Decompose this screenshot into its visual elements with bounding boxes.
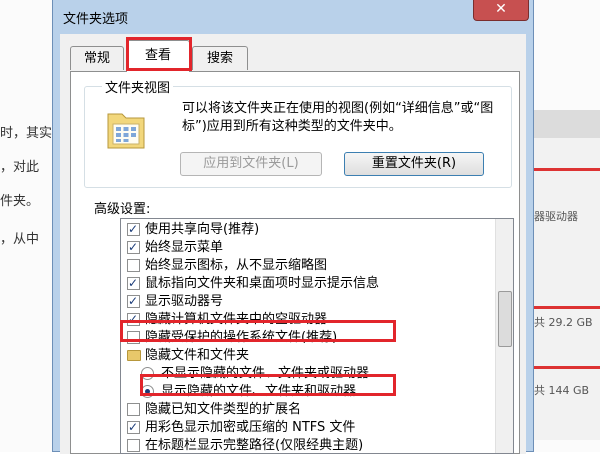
background-bar bbox=[532, 366, 600, 369]
apply-to-folders-button[interactable]: 应用到文件夹(L) bbox=[180, 152, 322, 176]
setting-label: 始终显示菜单 bbox=[145, 240, 224, 255]
tab-general[interactable]: 常规 bbox=[70, 46, 124, 70]
setting-label: 在标题栏显示完整路径(仅限经典主题) bbox=[145, 438, 364, 453]
checkbox[interactable] bbox=[127, 221, 140, 238]
scrollbar[interactable] bbox=[495, 219, 513, 453]
background-text-line: ，对此 bbox=[0, 160, 40, 175]
checkbox[interactable] bbox=[127, 259, 140, 272]
checkbox[interactable] bbox=[127, 439, 140, 452]
setting-label: 始终显示图标，从不显示缩略图 bbox=[145, 258, 328, 273]
background-label: 共 29.2 GB bbox=[534, 316, 593, 329]
checkbox[interactable] bbox=[127, 275, 140, 292]
tab-highlight-annotation bbox=[126, 37, 192, 71]
setting-label: 用彩色显示加密或压缩的 NTFS 文件 bbox=[145, 420, 356, 435]
scroll-thumb[interactable] bbox=[498, 291, 512, 347]
tab-search[interactable]: 搜索 bbox=[192, 46, 248, 70]
folder-icon bbox=[127, 350, 141, 361]
protected-files-highlight-annotation bbox=[120, 320, 396, 342]
setting-label: 使用共享向导(推荐) bbox=[145, 222, 260, 237]
background-bar bbox=[532, 306, 600, 309]
dialog-title: 文件夹选项 bbox=[63, 12, 129, 27]
title-bar[interactable]: 文件夹选项 ✕ bbox=[53, 0, 533, 34]
folder-view-description: 可以将该文件夹正在使用的视图(例如“详细信息”或“图标”)应用到所有这种类型的文… bbox=[182, 101, 494, 134]
checkbox[interactable] bbox=[127, 293, 140, 310]
setting-label: 鼠标指向文件夹和桌面项时显示提示信息 bbox=[145, 276, 380, 291]
setting-label: 显示驱动器号 bbox=[145, 294, 224, 309]
reset-folders-button[interactable]: 重置文件夹(R) bbox=[344, 152, 484, 176]
background-text-line: ，从中 bbox=[0, 232, 40, 247]
background-label: 器驱动器 bbox=[534, 210, 578, 223]
checkbox[interactable] bbox=[127, 419, 140, 436]
folder-options-dialog: 文件夹选项 ✕ 常规 查看 搜索 文件夹视图 可以将该文件夹正在使用的视图(例如… bbox=[52, 0, 534, 454]
folder-view-icon bbox=[104, 104, 148, 152]
setting-label: 隐藏已知文件类型的扩展名 bbox=[145, 402, 302, 417]
folder-view-title: 文件夹视图 bbox=[102, 77, 174, 96]
background-bar bbox=[532, 168, 600, 171]
background-label: 共 144 GB bbox=[534, 384, 590, 397]
background-text-line: 件夹。 bbox=[0, 194, 40, 209]
close-icon: ✕ bbox=[495, 1, 507, 17]
dialog-client-area: 常规 查看 搜索 文件夹视图 可以将该文件夹正在使用的视图(例如“详细信息”或“… bbox=[60, 34, 526, 454]
checkbox[interactable] bbox=[127, 403, 140, 416]
setting-label: 隐藏文件和文件夹 bbox=[145, 348, 250, 363]
close-button[interactable]: ✕ bbox=[473, 0, 529, 21]
background-text-line: 时，其实 bbox=[0, 126, 53, 141]
checkbox[interactable] bbox=[127, 239, 140, 256]
show-hidden-highlight-annotation bbox=[140, 374, 396, 396]
advanced-settings-title: 高级设置: bbox=[94, 202, 151, 217]
